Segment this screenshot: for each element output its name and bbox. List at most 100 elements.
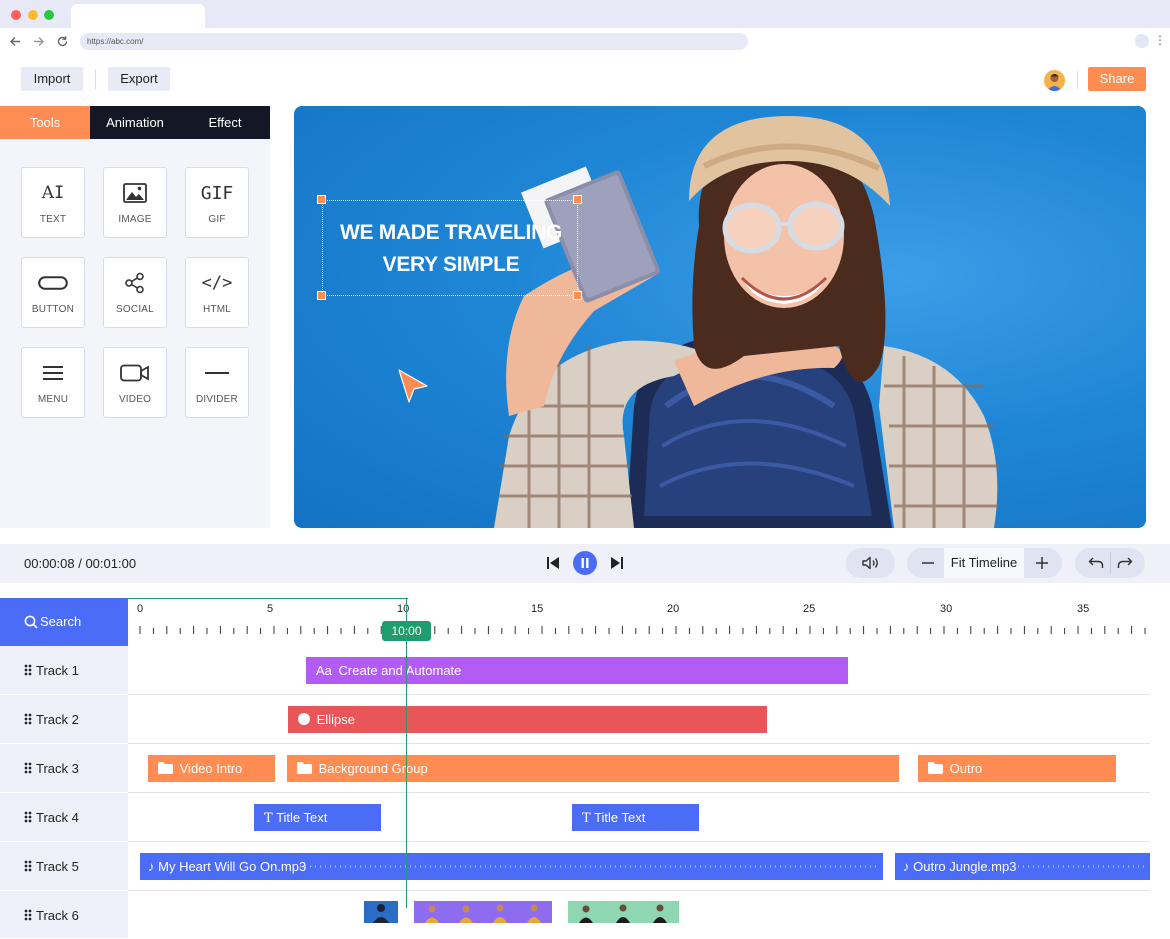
- fit-timeline-button[interactable]: Fit Timeline: [944, 548, 1024, 578]
- clip-label: Ellipse: [316, 712, 355, 727]
- ruler-ticks: [139, 626, 1146, 634]
- share-icon: [104, 270, 166, 296]
- clip-background-group[interactable]: Background Group: [287, 755, 899, 782]
- window-maximize-button[interactable]: [44, 10, 54, 20]
- resize-handle-top-left[interactable]: [317, 195, 326, 204]
- arrow-right-icon[interactable]: [32, 35, 45, 48]
- header-divider-right: [1077, 71, 1078, 89]
- share-button[interactable]: Share: [1088, 67, 1146, 91]
- clip-video-intro[interactable]: Video Intro: [148, 755, 275, 782]
- drag-handle-icon[interactable]: [24, 909, 32, 921]
- header-divider: [95, 69, 96, 89]
- window-close-button[interactable]: [11, 10, 21, 20]
- zoom-in-button[interactable]: [1028, 548, 1056, 578]
- zoom-out-button[interactable]: [914, 548, 942, 578]
- clip-outro[interactable]: Outro: [918, 755, 1116, 782]
- window-minimize-button[interactable]: [28, 10, 38, 20]
- tool-menu[interactable]: MENU: [21, 347, 85, 418]
- clip-create-and-automate[interactable]: Aa Create and Automate: [306, 657, 848, 684]
- browser-profile-button[interactable]: [1135, 34, 1149, 48]
- resize-handle-top-right[interactable]: [573, 195, 582, 204]
- video-thumbnail-strip-2[interactable]: [414, 901, 552, 923]
- import-button[interactable]: Import: [21, 67, 83, 91]
- clip-audio-outro-jungle[interactable]: ♪ Outro Jungle.mp3: [895, 853, 1150, 880]
- redo-icon: [1117, 557, 1133, 568]
- drag-handle-icon[interactable]: [24, 713, 32, 725]
- code-icon: </>: [201, 273, 233, 293]
- reload-icon[interactable]: [56, 35, 69, 48]
- drag-handle-icon[interactable]: [24, 762, 32, 774]
- track-label-3: Track 3: [36, 761, 79, 776]
- avatar-person-icon: [1047, 74, 1062, 91]
- tool-button[interactable]: BUTTON: [21, 257, 85, 328]
- browser-tab[interactable]: [71, 4, 205, 28]
- track-divider: [128, 694, 1150, 695]
- folder-icon: [297, 762, 312, 774]
- headline-text[interactable]: WE MADE TRAVELING VERY SIMPLE: [323, 217, 579, 281]
- current-time: 00:00:08: [24, 556, 75, 571]
- cursor-pointer-icon: [398, 369, 428, 403]
- video-thumbnail-strip-1[interactable]: [364, 901, 398, 923]
- skip-forward-icon[interactable]: [610, 556, 624, 570]
- volume-button[interactable]: [846, 548, 895, 578]
- tool-social[interactable]: SOCIAL: [103, 257, 167, 328]
- search-icon: [24, 615, 38, 629]
- clip-title-text-2[interactable]: T Title Text: [572, 804, 699, 831]
- tool-text[interactable]: AI TEXT: [21, 167, 85, 238]
- headline-textbox[interactable]: WE MADE TRAVELING VERY SIMPLE: [322, 200, 578, 296]
- music-note-icon: ♪: [148, 859, 155, 874]
- drag-handle-icon[interactable]: [24, 811, 32, 823]
- export-button[interactable]: Export: [108, 67, 170, 91]
- ruler-tick-35: 35: [1077, 603, 1090, 615]
- video-thumbnail-strip-3[interactable]: [568, 901, 679, 923]
- tab-tools[interactable]: Tools: [0, 106, 90, 139]
- avatar[interactable]: [1044, 70, 1065, 91]
- drag-handle-icon[interactable]: [24, 860, 32, 872]
- volume-icon: [862, 556, 878, 570]
- play-pause-button[interactable]: [573, 551, 597, 575]
- playhead-line[interactable]: [406, 598, 407, 908]
- skip-back-icon[interactable]: [546, 556, 560, 570]
- resize-handle-bottom-left[interactable]: [317, 291, 326, 300]
- url-bar[interactable]: https://abc.com/: [80, 33, 748, 50]
- clip-label: My Heart Will Go On.mp3: [158, 859, 307, 874]
- clip-ellipse[interactable]: Ellipse: [288, 706, 767, 733]
- history-divider: [1110, 552, 1111, 574]
- tool-image-label: IMAGE: [118, 214, 152, 225]
- traveler-photo: [494, 116, 999, 528]
- tool-html-label: HTML: [202, 304, 232, 315]
- folder-icon: [928, 762, 943, 774]
- tool-gif[interactable]: GIF GIF: [185, 167, 249, 238]
- tool-image[interactable]: IMAGE: [103, 167, 167, 238]
- tab-effect[interactable]: Effect: [180, 106, 270, 139]
- clip-audio-my-heart[interactable]: ♪ My Heart Will Go On.mp3: [140, 853, 883, 880]
- clip-label: Outro Jungle.mp3: [913, 859, 1017, 874]
- timeline-ruler[interactable]: [128, 598, 1150, 646]
- headline-line-1: WE MADE TRAVELING: [339, 221, 562, 244]
- folder-icon: [158, 762, 173, 774]
- tool-divider-label: DIVIDER: [196, 394, 238, 405]
- more-vertical-icon[interactable]: ⋮: [1154, 32, 1166, 48]
- arrow-left-icon[interactable]: [9, 35, 22, 48]
- redo-button[interactable]: [1112, 548, 1138, 578]
- canvas-preview[interactable]: [294, 106, 1146, 528]
- resize-handle-bottom-right[interactable]: [573, 291, 582, 300]
- pause-icon: [581, 558, 589, 568]
- tool-menu-label: MENU: [37, 394, 69, 405]
- playhead-range: [128, 598, 408, 599]
- track-divider: [128, 890, 1150, 891]
- tool-social-label: SOCIAL: [116, 304, 154, 315]
- tool-html[interactable]: </> HTML: [185, 257, 249, 328]
- tab-animation[interactable]: Animation: [90, 106, 180, 139]
- undo-button[interactable]: [1083, 548, 1109, 578]
- drag-handle-icon[interactable]: [24, 664, 32, 676]
- timeline-search-button[interactable]: Search: [0, 598, 128, 646]
- tool-divider[interactable]: DIVIDER: [185, 347, 249, 418]
- clip-title-text-1[interactable]: T Title Text: [254, 804, 381, 831]
- undo-icon: [1088, 557, 1104, 568]
- text-icon: T: [264, 811, 273, 826]
- playhead-time[interactable]: 10:00: [382, 621, 431, 641]
- search-label: Search: [40, 614, 82, 629]
- tool-video[interactable]: VIDEO: [103, 347, 167, 418]
- image-icon: [104, 180, 166, 206]
